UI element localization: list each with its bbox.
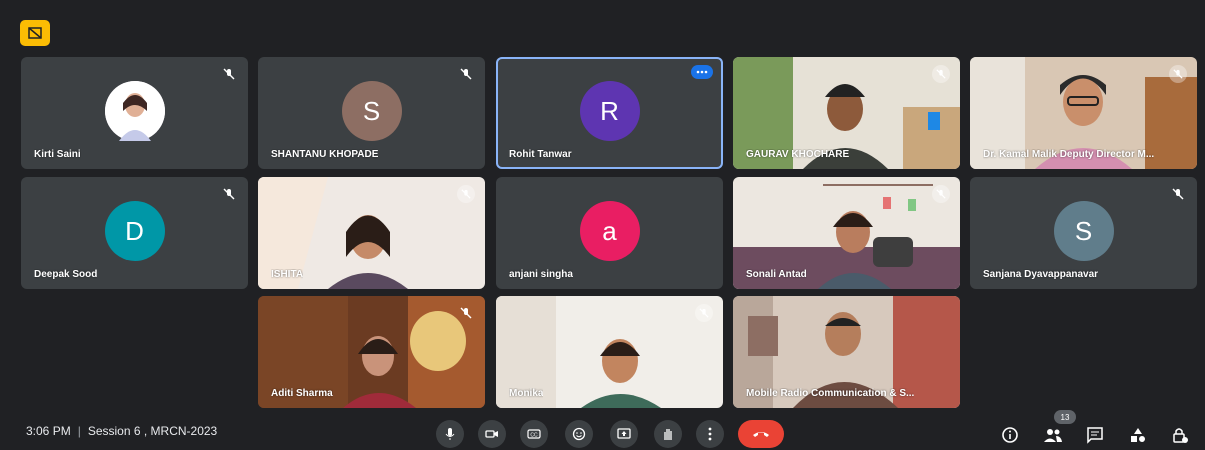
participant-name: Rohit Tanwar: [509, 149, 572, 160]
people-count-badge: 13: [1054, 410, 1076, 424]
participant-name: Deepak Sood: [34, 269, 98, 280]
avatar-photo: [104, 81, 165, 141]
svg-text:CC: CC: [530, 433, 538, 439]
avatar: S: [341, 81, 402, 141]
present-icon: [617, 428, 631, 439]
camera-icon: [485, 430, 498, 438]
participant-tile[interactable]: S SHANTANU KHOPADE: [258, 57, 485, 169]
meeting-controls-bar: 3:06 PM | Session 6 , MRCN-2023 CC 13: [0, 410, 1205, 450]
mic-off-icon: [1169, 65, 1187, 83]
mic-off-icon: [220, 185, 238, 203]
mic-icon: [445, 428, 455, 440]
more-options-button[interactable]: [696, 420, 724, 448]
raise-hand-icon: [664, 429, 672, 440]
participant-name: SHANTANU KHOPADE: [271, 149, 379, 160]
emoji-button[interactable]: [565, 420, 593, 448]
info-button[interactable]: [998, 423, 1022, 447]
activities-icon: [1131, 428, 1145, 442]
participant-name: Monika: [509, 388, 544, 399]
participant-name: GAURAV KHOCHARE: [746, 149, 850, 160]
end-call-button[interactable]: [738, 420, 784, 448]
mic-off-icon: [457, 65, 475, 83]
mic-off-icon: [932, 65, 950, 83]
activities-button[interactable]: [1126, 423, 1150, 447]
raise-hand-button[interactable]: [654, 420, 682, 448]
more-options-icon[interactable]: [691, 65, 713, 79]
participant-name: Kirti Saini: [34, 149, 81, 160]
captions-icon: CC: [527, 429, 541, 439]
participant-tile[interactable]: Mobile Radio Communication & S...: [733, 296, 960, 408]
chat-button[interactable]: [1083, 423, 1107, 447]
mic-button[interactable]: [436, 420, 464, 448]
camera-button[interactable]: [478, 420, 506, 448]
participant-tile-active[interactable]: R Rohit Tanwar: [496, 57, 723, 169]
participant-grid: Kirti Saini S SHANTANU KHOPADE R Rohit T…: [0, 0, 1205, 410]
avatar: a: [579, 201, 640, 261]
mic-off-icon: [220, 65, 238, 83]
participant-name: Mobile Radio Communication & S...: [746, 388, 915, 399]
participant-tile[interactable]: S Sanjana Dyavappanavar: [970, 177, 1197, 289]
info-icon: [1002, 427, 1018, 443]
present-button[interactable]: [610, 420, 638, 448]
end-call-icon: [753, 432, 769, 437]
participant-tile[interactable]: GAURAV KHOCHARE: [733, 57, 960, 169]
mic-off-icon: [457, 185, 475, 203]
participant-tile[interactable]: Kirti Saini: [21, 57, 248, 169]
meeting-title: Session 6 , MRCN-2023: [87, 424, 218, 438]
participant-tile[interactable]: a anjani singha: [496, 177, 723, 289]
host-controls-button[interactable]: [1168, 423, 1192, 447]
meeting-time: 3:06 PM: [26, 424, 71, 438]
participant-tile[interactable]: Dr. Kamal Malik Deputy Director M...: [970, 57, 1197, 169]
host-controls-icon: [1173, 428, 1188, 443]
avatar: R: [579, 81, 640, 141]
participant-name: Aditi Sharma: [271, 388, 333, 399]
participant-name: anjani singha: [509, 269, 573, 280]
chat-icon: [1087, 427, 1103, 444]
people-icon: [1044, 429, 1062, 442]
avatar: [104, 81, 165, 141]
emoji-icon: [572, 427, 586, 441]
participant-name: Dr. Kamal Malik Deputy Director M...: [983, 149, 1155, 160]
participant-tile[interactable]: D Deepak Sood: [21, 177, 248, 289]
mic-off-icon: [932, 185, 950, 203]
participant-name: Sonali Antad: [746, 269, 807, 280]
participant-tile[interactable]: ISHITA: [258, 177, 485, 289]
mic-off-icon: [695, 304, 713, 322]
meeting-info-separator: |: [77, 424, 81, 438]
captions-button[interactable]: CC: [520, 420, 548, 448]
participant-tile[interactable]: Aditi Sharma: [258, 296, 485, 408]
avatar: S: [1053, 201, 1114, 261]
meeting-info: 3:06 PM | Session 6 , MRCN-2023: [26, 424, 217, 438]
participant-tile[interactable]: Monika: [496, 296, 723, 408]
people-button[interactable]: [1041, 423, 1065, 447]
avatar: D: [104, 201, 165, 261]
participant-name: ISHITA: [271, 269, 304, 280]
mic-off-icon: [457, 304, 475, 322]
more-options-icon: [708, 427, 712, 441]
participant-name: Sanjana Dyavappanavar: [983, 269, 1099, 280]
participant-tile[interactable]: Sonali Antad: [733, 177, 960, 289]
mic-off-icon: [1169, 185, 1187, 203]
